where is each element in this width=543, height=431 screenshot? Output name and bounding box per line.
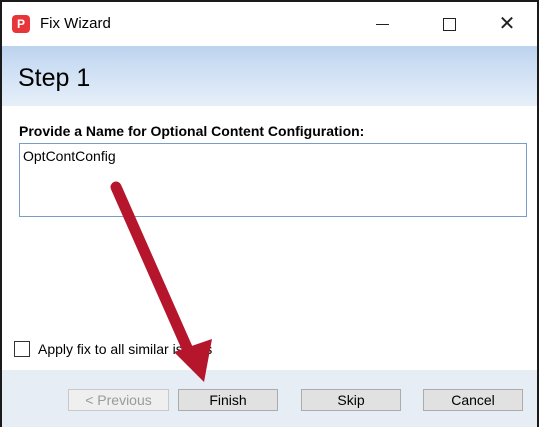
- close-icon: ✕: [498, 13, 516, 35]
- step-header: Step 1: [2, 46, 537, 106]
- app-logo-icon: P: [12, 15, 30, 33]
- maximize-button[interactable]: [427, 8, 473, 40]
- config-name-input[interactable]: OptContConfig: [19, 143, 527, 217]
- config-name-label: Provide a Name for Optional Content Conf…: [19, 123, 365, 139]
- close-button[interactable]: ✕: [484, 8, 530, 40]
- skip-button[interactable]: Skip: [301, 389, 401, 411]
- window-title: Fix Wizard: [40, 15, 111, 32]
- previous-button[interactable]: < Previous: [68, 389, 169, 411]
- fix-wizard-window: P Fix Wizard ✕ Step 1 Provide a Name for…: [0, 0, 539, 427]
- app-icon-letter: P: [16, 17, 25, 31]
- cancel-button[interactable]: Cancel: [423, 389, 523, 411]
- step-title: Step 1: [18, 64, 91, 92]
- button-bar: < Previous Finish Skip Cancel: [2, 370, 537, 427]
- title-bar: P Fix Wizard ✕: [2, 2, 537, 46]
- finish-button[interactable]: Finish: [178, 389, 278, 411]
- apply-fix-label[interactable]: Apply fix to all similar issues: [38, 341, 212, 357]
- minimize-icon: [376, 24, 389, 25]
- apply-fix-checkbox[interactable]: [14, 341, 30, 357]
- minimize-button[interactable]: [360, 8, 406, 40]
- maximize-icon: [443, 18, 456, 31]
